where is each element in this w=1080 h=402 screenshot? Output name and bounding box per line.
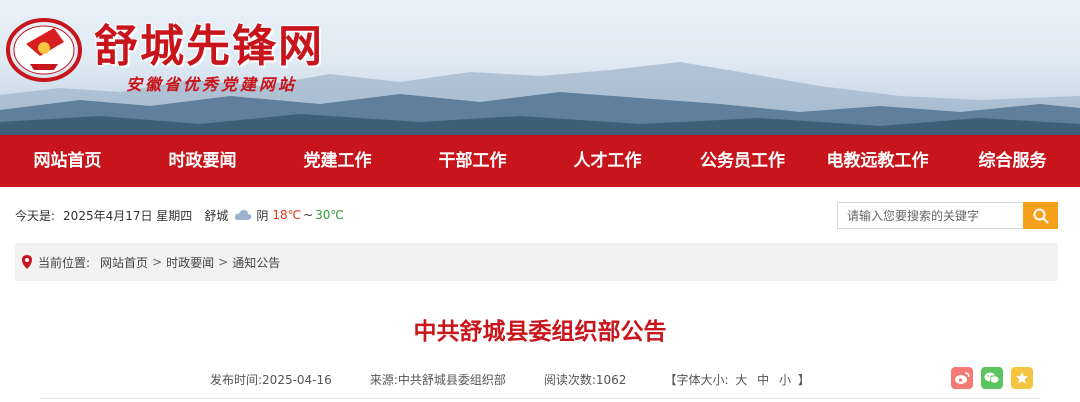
search-icon — [1033, 208, 1048, 223]
font-size-large[interactable]: 大 — [735, 373, 747, 387]
content-divider — [40, 398, 1040, 399]
article-meta: 发布时间:2025-04-16 来源:中共舒城县委组织部 阅读次数:1062 【… — [210, 370, 810, 388]
temp-separator: ~ — [303, 208, 314, 222]
nav-item-civil-servant[interactable]: 公务员工作 — [675, 135, 810, 187]
breadcrumb-notices[interactable]: 通知公告 — [232, 254, 280, 271]
site-title: 舒城先锋网 — [94, 21, 324, 72]
source: 来源:中共舒城县委组织部 — [370, 371, 506, 388]
header-banner: 舒城先锋网 安徽省优秀党建网站 — [0, 0, 1080, 135]
publish-time: 发布时间:2025-04-16 — [210, 371, 332, 388]
breadcrumb-separator: > — [152, 255, 163, 269]
temp-low: 30℃ — [315, 208, 344, 222]
main-nav: 网站首页 时政要闻 党建工作 干部工作 人才工作 公务员工作 电教远教工作 综合… — [0, 135, 1080, 187]
nav-item-e-education[interactable]: 电教远教工作 — [810, 135, 945, 187]
article-title: 中共舒城县委组织部公告 — [413, 319, 667, 345]
breadcrumb-news[interactable]: 时政要闻 — [166, 254, 214, 271]
nav-item-talent-work[interactable]: 人才工作 — [540, 135, 675, 187]
breadcrumb: 当前位置: 网站首页 > 时政要闻 > 通知公告 — [15, 243, 1058, 281]
nav-item-home[interactable]: 网站首页 — [0, 135, 135, 187]
location-pin-icon — [22, 255, 32, 269]
search-input[interactable] — [838, 203, 1024, 228]
breadcrumb-separator: > — [218, 255, 229, 269]
site-subtitle: 安徽省优秀党建网站 — [126, 75, 298, 94]
weather-text: 阴 — [256, 208, 269, 223]
nav-item-services[interactable]: 综合服务 — [945, 135, 1080, 187]
publish-date: 2025-04-16 — [262, 372, 332, 387]
nav-item-party-work[interactable]: 党建工作 — [270, 135, 405, 187]
reads-label: 阅读次数: — [543, 372, 596, 387]
today-label: 今天是: — [15, 208, 56, 223]
read-count: 阅读次数:1062 — [544, 371, 627, 388]
source-value: 中共舒城县委组织部 — [397, 372, 506, 387]
source-label: 来源: — [369, 372, 398, 387]
font-size-label: 【字体大小: — [664, 372, 729, 387]
cloud-icon — [235, 210, 252, 220]
font-size-medium[interactable]: 中 — [757, 373, 769, 387]
reads-value: 1062 — [595, 372, 627, 387]
share-weibo-button[interactable] — [951, 367, 973, 389]
share-wechat-button[interactable] — [981, 367, 1003, 389]
search-box — [837, 202, 1058, 229]
font-size-close: 】 — [797, 372, 810, 387]
weibo-icon — [955, 372, 970, 384]
current-date: 2025年4月17日 星期四 — [63, 208, 193, 223]
breadcrumb-label: 当前位置: — [38, 255, 91, 270]
nav-item-cadre-work[interactable]: 干部工作 — [405, 135, 540, 187]
search-button[interactable] — [1023, 202, 1058, 229]
publish-label: 发布时间: — [210, 372, 263, 387]
font-size-small[interactable]: 小 — [779, 373, 791, 387]
favorite-star-icon — [1016, 372, 1028, 384]
favorite-button[interactable] — [1011, 367, 1033, 389]
party-emblem-icon[interactable] — [4, 12, 88, 84]
breadcrumb-home[interactable]: 网站首页 — [100, 254, 148, 271]
font-size-control: 【字体大小: 大 中 小 】 — [664, 371, 809, 388]
nav-item-news[interactable]: 时政要闻 — [135, 135, 270, 187]
city: 舒城 — [204, 208, 229, 223]
wechat-icon — [984, 372, 1000, 384]
temp-high: 18℃ — [272, 208, 302, 222]
